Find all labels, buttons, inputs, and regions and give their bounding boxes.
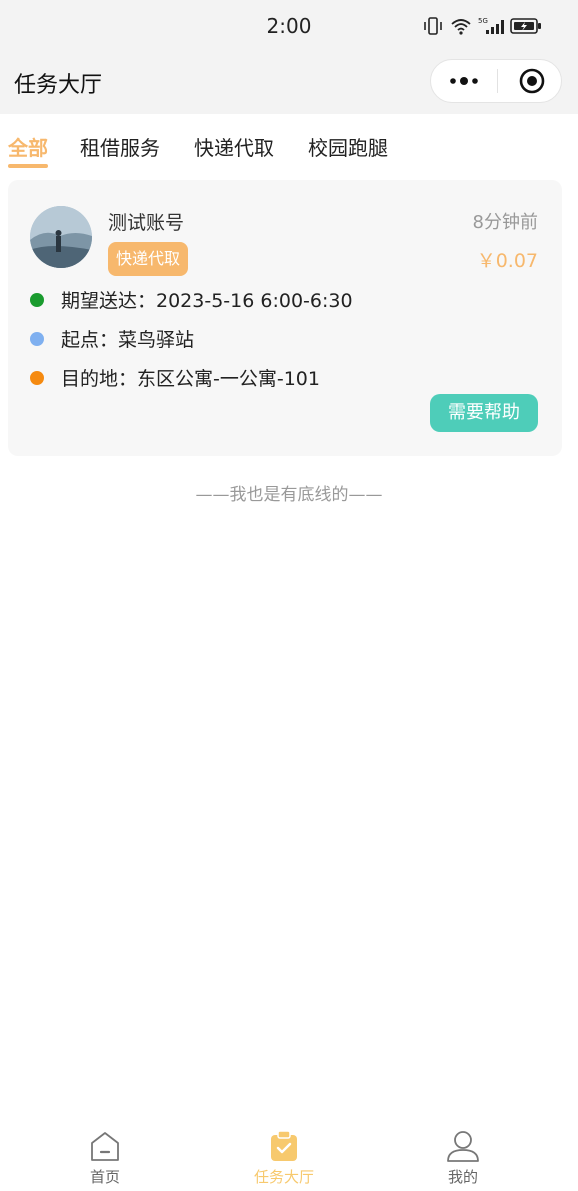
user-icon [447, 1131, 479, 1162]
destination-row: 目的地：东区公寓-一公寓-101 [30, 364, 320, 391]
expected-delivery-text: 期望送达：2023-5-16 6:00-6:30 [61, 290, 353, 312]
tabbar-mine[interactable]: 我的 [403, 1128, 523, 1187]
mini-program-capsule [430, 59, 562, 103]
origin-text: 起点：菜鸟驿站 [61, 329, 195, 351]
list-end-text: ——我也是有底线的—— [195, 485, 383, 505]
task-card[interactable]: 测试账号 8分钟前 快递代取 ￥0.07 期望送达：2023-5-16 6:00… [8, 180, 562, 456]
origin-row: 起点：菜鸟驿站 [30, 325, 194, 352]
more-dots-icon [450, 77, 478, 85]
publisher-name: 测试账号 [108, 212, 185, 234]
wifi-icon [450, 16, 472, 40]
tabbar-mine-label: 我的 [447, 1168, 478, 1186]
category-tabs: 全部 租借服务 快递代取 校园跑腿 [0, 114, 578, 174]
status-icons: 5G [422, 16, 542, 40]
tab-all[interactable]: 全部 [8, 132, 48, 161]
expected-delivery-row: 期望送达：2023-5-16 6:00-6:30 [30, 286, 353, 313]
destination-text: 目的地：东区公寓-一公寓-101 [61, 368, 320, 390]
page-title: 任务大厅 [14, 73, 103, 98]
tabbar-home[interactable]: 首页 [45, 1128, 165, 1187]
nav-bar: 任务大厅 [0, 56, 578, 114]
blue-dot-icon [30, 331, 44, 346]
orange-dot-icon [30, 370, 44, 385]
reward-price: ￥0.07 [476, 250, 538, 272]
need-help-button[interactable]: 需要帮助 [430, 394, 538, 432]
tabbar-task-hall[interactable]: 任务大厅 [224, 1128, 344, 1187]
bottom-tab-bar: 首页 任务大厅 我的 [0, 1120, 578, 1191]
vibrate-icon [422, 16, 444, 40]
avatar [30, 206, 92, 268]
more-button[interactable] [445, 60, 483, 102]
svg-text:5G: 5G [478, 17, 488, 25]
battery-icon [510, 16, 542, 40]
green-dot-icon [30, 292, 44, 307]
target-icon [519, 68, 545, 94]
tabbar-home-label: 首页 [89, 1168, 120, 1186]
tabbar-task-hall-label: 任务大厅 [253, 1168, 314, 1186]
close-mini-program-button[interactable] [517, 60, 547, 102]
signal-icon: 5G [478, 16, 504, 40]
avatar-image [30, 206, 92, 268]
status-bar: 2:00 5G [0, 0, 578, 56]
tab-rental-service[interactable]: 租借服务 [80, 132, 160, 161]
tab-campus-errand[interactable]: 校园跑腿 [308, 132, 388, 161]
capsule-divider [497, 69, 498, 93]
active-tab-indicator [8, 164, 48, 168]
home-icon [91, 1132, 119, 1161]
category-badge: 快递代取 [108, 242, 189, 276]
tab-express-pickup[interactable]: 快递代取 [194, 132, 274, 161]
task-hall-icon [271, 1130, 297, 1161]
publish-time: 8分钟前 [472, 212, 538, 233]
